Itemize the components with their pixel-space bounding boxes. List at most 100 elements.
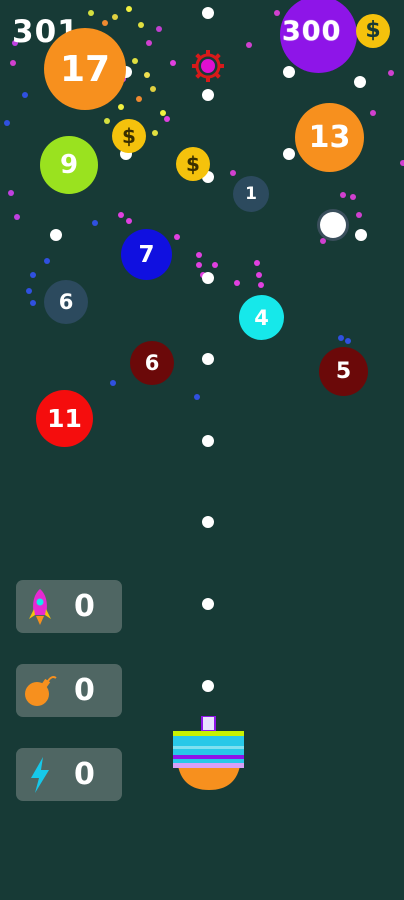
ball-number: 9 bbox=[59, 150, 79, 180]
lightning-icon bbox=[16, 748, 64, 801]
cannon-launcher[interactable] bbox=[173, 716, 245, 790]
aim-dot bbox=[202, 272, 214, 284]
particle bbox=[138, 22, 144, 28]
particle bbox=[118, 104, 124, 110]
particle bbox=[345, 338, 351, 344]
game-ball: 1 bbox=[233, 176, 269, 212]
rocket-icon bbox=[16, 580, 64, 633]
ball-number: 6 bbox=[144, 351, 160, 375]
ball-number: 4 bbox=[254, 305, 269, 330]
particle bbox=[160, 110, 166, 116]
powerup-lightning-button[interactable]: 0 bbox=[16, 748, 122, 801]
game-ball: 4 bbox=[239, 295, 284, 340]
particle bbox=[22, 92, 28, 98]
aim-dot bbox=[355, 229, 367, 241]
aim-dot bbox=[202, 7, 214, 19]
particle bbox=[174, 234, 180, 240]
particle bbox=[170, 60, 176, 66]
aim-dot bbox=[283, 148, 295, 160]
particle bbox=[234, 280, 240, 286]
particle bbox=[118, 212, 124, 218]
game-ball: 5 bbox=[319, 347, 368, 396]
coin-counter: 300 bbox=[282, 16, 342, 47]
particle bbox=[258, 282, 264, 288]
gear-icon[interactable] bbox=[190, 48, 226, 84]
rocket-count: 0 bbox=[74, 589, 95, 624]
particle bbox=[104, 118, 110, 124]
particle bbox=[126, 218, 132, 224]
particle bbox=[132, 58, 138, 64]
target-ball bbox=[320, 212, 346, 238]
particle bbox=[164, 116, 170, 122]
particle bbox=[388, 70, 394, 76]
aim-dot bbox=[202, 435, 214, 447]
powerup-rocket-button[interactable]: 0 bbox=[16, 580, 122, 633]
particle bbox=[320, 238, 326, 244]
particle bbox=[4, 120, 10, 126]
game-ball: 11 bbox=[36, 390, 93, 447]
ball-number: 17 bbox=[59, 48, 111, 90]
particle bbox=[156, 26, 162, 32]
ball-number: 5 bbox=[335, 359, 352, 384]
game-stage[interactable]: 301 300 $ 17 9 7 6 6 11 1 4 13 5 $ $ 0 0… bbox=[0, 0, 404, 900]
particle bbox=[274, 10, 280, 16]
aim-dot bbox=[354, 76, 366, 88]
particle bbox=[254, 260, 260, 266]
aim-dot bbox=[50, 229, 62, 241]
particle bbox=[44, 258, 50, 264]
particle bbox=[400, 160, 404, 166]
particle bbox=[338, 335, 344, 341]
particle bbox=[88, 10, 94, 16]
lightning-count: 0 bbox=[74, 757, 95, 792]
particle bbox=[356, 212, 362, 218]
game-ball: 13 bbox=[295, 103, 364, 172]
ball-number: 6 bbox=[58, 290, 74, 314]
aim-dot bbox=[202, 680, 214, 692]
particle bbox=[92, 220, 98, 226]
particle bbox=[212, 262, 218, 268]
game-ball: 6 bbox=[44, 280, 88, 324]
particle bbox=[196, 262, 202, 268]
aim-dot bbox=[202, 89, 214, 101]
particle bbox=[26, 288, 32, 294]
particle bbox=[256, 272, 262, 278]
ball-number: 11 bbox=[47, 404, 82, 433]
ball-number: 7 bbox=[138, 241, 155, 268]
particle bbox=[246, 42, 252, 48]
bomb-icon bbox=[16, 664, 64, 717]
particle bbox=[144, 72, 150, 78]
aim-dot bbox=[202, 598, 214, 610]
particle bbox=[8, 190, 14, 196]
bomb-count: 0 bbox=[74, 673, 95, 708]
ball-number: 13 bbox=[308, 120, 351, 155]
particle bbox=[112, 14, 118, 20]
particle bbox=[30, 300, 36, 306]
game-ball: 7 bbox=[121, 229, 172, 280]
particle bbox=[126, 6, 132, 12]
ball-number: 1 bbox=[245, 184, 257, 204]
game-ball: 9 bbox=[40, 136, 98, 194]
particle bbox=[350, 194, 356, 200]
particle bbox=[110, 380, 116, 386]
particle bbox=[136, 96, 142, 102]
coin-pickup: $ bbox=[176, 147, 210, 181]
powerup-bomb-button[interactable]: 0 bbox=[16, 664, 122, 717]
particle bbox=[152, 130, 158, 136]
game-ball: 17 bbox=[44, 28, 126, 110]
particle bbox=[196, 252, 202, 258]
particle bbox=[370, 110, 376, 116]
particle bbox=[230, 170, 236, 176]
particle bbox=[340, 192, 346, 198]
aim-dot bbox=[202, 353, 214, 365]
particle bbox=[10, 60, 16, 66]
aim-dot bbox=[202, 516, 214, 528]
particle bbox=[150, 86, 156, 92]
coin-icon: $ bbox=[356, 14, 390, 48]
particle bbox=[194, 394, 200, 400]
particle bbox=[102, 20, 108, 26]
particle bbox=[14, 214, 20, 220]
particle bbox=[30, 272, 36, 278]
game-ball: 6 bbox=[130, 341, 174, 385]
particle bbox=[146, 40, 152, 46]
aim-dot bbox=[283, 66, 295, 78]
